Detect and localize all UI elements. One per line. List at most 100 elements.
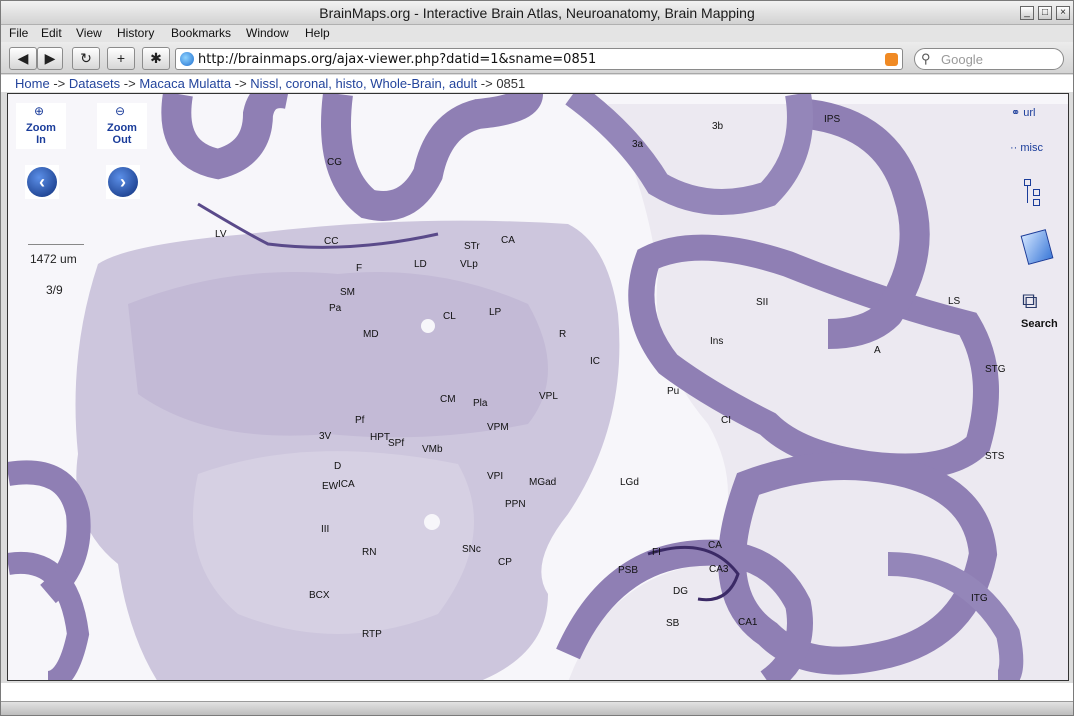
structure-label: RTP: [362, 629, 382, 640]
structure-label: PPN: [505, 499, 526, 510]
status-bar: [1, 701, 1073, 715]
structure-label: Pu: [667, 386, 679, 397]
menu-help[interactable]: Help: [305, 26, 330, 40]
structure-label: EW: [322, 481, 339, 492]
breadcrumb-series[interactable]: Nissl, coronal, histo, Whole-Brain, adul…: [250, 76, 477, 91]
brain-section-image[interactable]: CG LV CC F SM Pa LD STr VLp CA CL LP MD …: [8, 94, 1069, 681]
misc-tool[interactable]: ·· misc: [1010, 142, 1043, 154]
zoom-in-button[interactable]: ⊕ Zoom In: [16, 103, 66, 149]
structure-label: SNc: [462, 544, 481, 555]
close-button[interactable]: ×: [1056, 6, 1070, 20]
structure-label: STG: [985, 364, 1006, 375]
structure-label: D: [334, 461, 341, 472]
search-field[interactable]: ⚲ Google: [914, 48, 1064, 70]
structure-label: DG: [673, 586, 688, 597]
next-section-button[interactable]: ›: [106, 165, 140, 199]
structure-label: R: [559, 329, 566, 340]
browser-window: BrainMaps.org - Interactive Brain Atlas,…: [0, 0, 1074, 716]
structure-label: RN: [362, 547, 376, 558]
menu-window[interactable]: Window: [246, 26, 289, 40]
structure-label: Pa: [329, 303, 342, 314]
search-tool-label[interactable]: Search: [1021, 318, 1058, 330]
structure-label: LGd: [620, 477, 639, 488]
title-bar: BrainMaps.org - Interactive Brain Atlas,…: [1, 1, 1073, 25]
minimize-button[interactable]: _: [1020, 6, 1034, 20]
structure-label: A: [874, 345, 881, 356]
menu-file[interactable]: File: [9, 26, 28, 40]
structure-label: CA1: [738, 617, 758, 628]
menu-edit[interactable]: Edit: [41, 26, 62, 40]
menu-history[interactable]: History: [117, 26, 154, 40]
binoculars-icon[interactable]: ⧉: [1022, 288, 1038, 314]
arrow-left-icon: ‹: [27, 167, 57, 197]
breadcrumb-home[interactable]: Home: [15, 76, 50, 91]
scale-bar: [28, 244, 84, 245]
search-icon: ⚲: [921, 51, 931, 66]
breadcrumb-current: 0851: [496, 76, 526, 91]
hierarchy-icon[interactable]: [1024, 179, 1044, 207]
scale-label: 1472 um: [30, 252, 77, 266]
zoom-out-button[interactable]: ⊖ Zoom Out: [97, 103, 147, 149]
structure-label: CM: [440, 394, 456, 405]
structure-label: Ins: [710, 336, 723, 347]
window-title: BrainMaps.org - Interactive Brain Atlas,…: [319, 5, 755, 21]
reload-button[interactable]: ↻: [72, 47, 100, 70]
breadcrumb-datasets[interactable]: Datasets: [69, 76, 120, 91]
forward-button[interactable]: ▶: [37, 47, 63, 70]
menu-bookmarks[interactable]: Bookmarks: [171, 26, 231, 40]
address-bar[interactable]: http://brainmaps.org/ajax-viewer.php?dat…: [175, 48, 903, 70]
menu-view[interactable]: View: [76, 26, 102, 40]
structure-label: CA3: [709, 564, 729, 575]
maximize-button[interactable]: □: [1038, 6, 1052, 20]
structure-label: CP: [498, 557, 512, 568]
url-tool[interactable]: ⚭ url: [1011, 106, 1036, 119]
structure-label: MD: [363, 329, 379, 340]
structure-label: HPT: [370, 432, 390, 443]
link-icon: ⚭: [1011, 107, 1024, 119]
breadcrumb-species[interactable]: Macaca Mulatta: [139, 76, 231, 91]
structure-label: Pf: [355, 415, 365, 426]
back-button[interactable]: ◀: [9, 47, 37, 70]
structure-label: LP: [489, 307, 502, 318]
zoom-in-label-1: Zoom: [26, 122, 56, 134]
new-tab-button[interactable]: +: [107, 47, 135, 70]
rss-icon[interactable]: [885, 53, 898, 66]
structure-label: IPS: [824, 114, 840, 125]
structure-label: VPI: [487, 471, 503, 482]
structure-label: 3a: [632, 139, 644, 150]
structure-label: CA: [708, 540, 722, 551]
structure-label: CG: [327, 157, 342, 168]
breadcrumb-separator: ->: [53, 76, 69, 91]
navigation-toolbar: ◀ ▶ ↻ + ✱ http://brainmaps.org/ajax-view…: [1, 42, 1073, 74]
structure-label: VLp: [460, 259, 478, 270]
structure-label: SII: [756, 297, 768, 308]
structure-label: SPf: [388, 438, 404, 449]
structure-label: BCX: [309, 590, 330, 601]
globe-icon: [180, 52, 194, 66]
structure-label: VMb: [422, 444, 443, 455]
search-placeholder: Google: [941, 52, 983, 67]
structure-label: LD: [414, 259, 427, 270]
page-indicator: 3/9: [46, 283, 63, 297]
zoom-out-label-1: Zoom: [107, 122, 137, 134]
url-text: http://brainmaps.org/ajax-viewer.php?dat…: [198, 52, 597, 67]
bug-icon[interactable]: ✱: [142, 47, 170, 70]
url-tool-label: url: [1023, 107, 1036, 119]
page-footer-area: [1, 683, 1073, 701]
arrow-right-icon: ›: [108, 167, 138, 197]
menu-bar: File Edit View History Bookmarks Window …: [1, 25, 1073, 42]
previous-section-button[interactable]: ‹: [25, 165, 59, 199]
magnifier-plus-icon: ⊕: [34, 104, 45, 118]
structure-label: Pla: [473, 398, 488, 409]
brain-image-viewer[interactable]: CG LV CC F SM Pa LD STr VLp CA CL LP MD …: [7, 93, 1069, 681]
structure-label: IC: [590, 356, 600, 367]
structure-label: MGad: [529, 477, 556, 488]
structure-label: PSB: [618, 565, 638, 576]
structure-label: ICA: [338, 479, 355, 490]
structure-label: VPM: [487, 422, 509, 433]
dots-icon: ··: [1010, 142, 1021, 154]
structure-label: SM: [340, 287, 355, 298]
structure-label: F: [356, 263, 362, 274]
structure-label: LV: [215, 229, 227, 240]
breadcrumb-separator: ->: [123, 76, 140, 91]
